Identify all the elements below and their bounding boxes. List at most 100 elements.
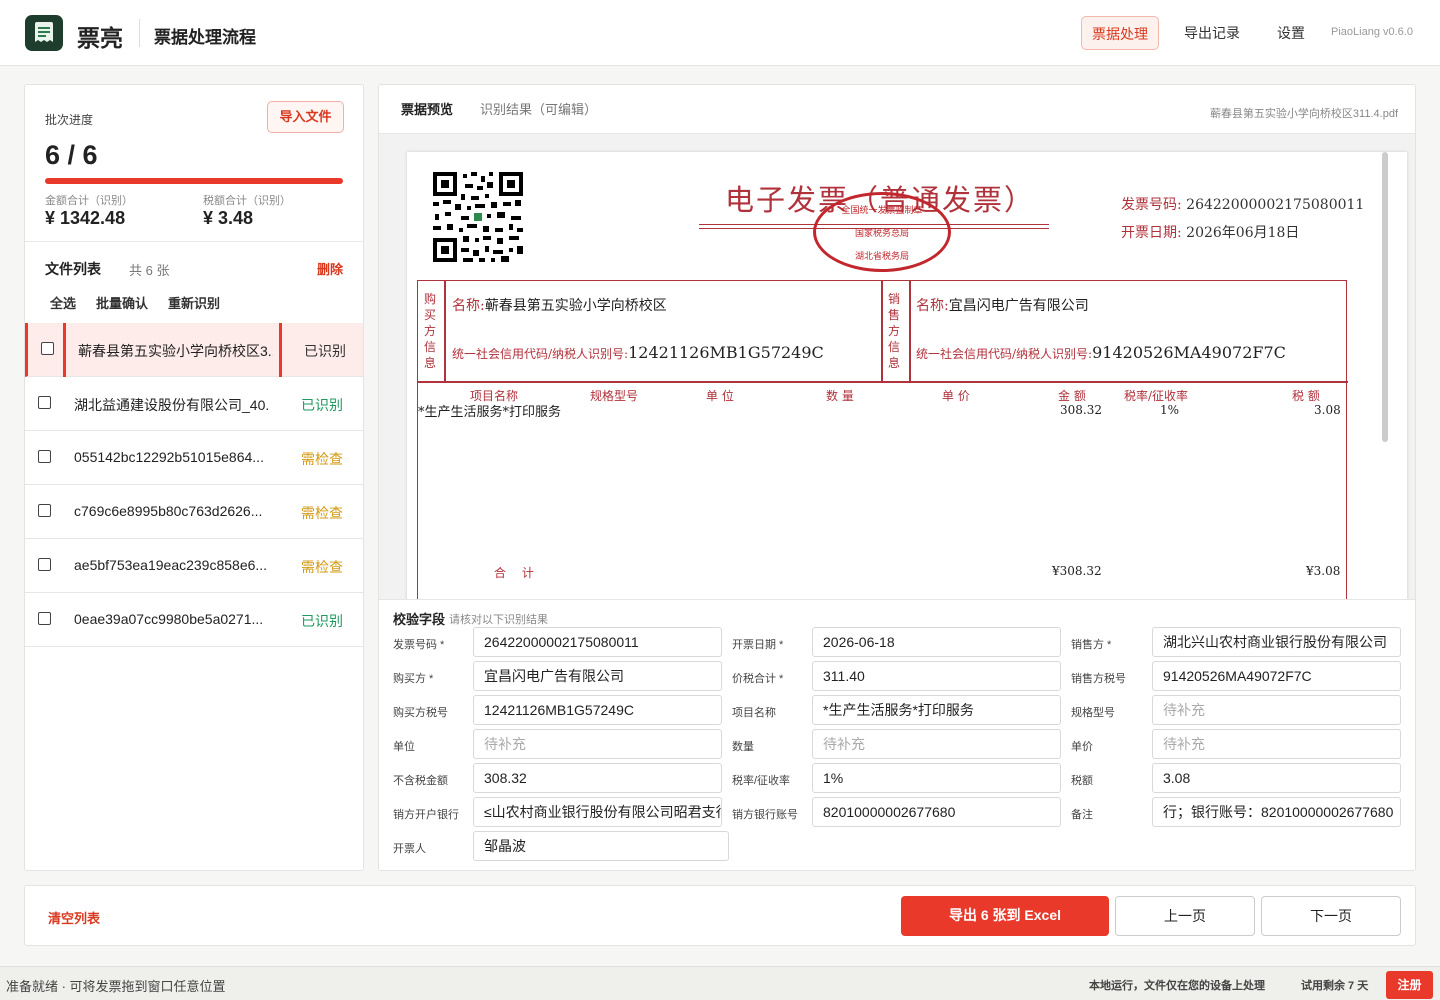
field-input[interactable]: 91420526MA49072F7C [1152, 661, 1401, 691]
seller-tax-id: 91420526MA49072F7C [1092, 343, 1286, 362]
buyer-tax-id: 12421126MB1G57249C [628, 343, 824, 362]
version-label: PiaoLiang v0.6.0 [1331, 26, 1413, 38]
divider [25, 241, 363, 242]
nav-settings[interactable]: 设置 [1266, 16, 1316, 50]
file-status-badge: 已识别 [304, 343, 346, 359]
re-recognize-button[interactable]: 重新识别 [168, 293, 220, 312]
file-checkbox[interactable] [41, 342, 54, 355]
tab-preview[interactable]: 票据预览 [401, 99, 453, 118]
invoice-document: 电子发票（普通发票） 全国统一发票监制章 国家税务总局 湖北省税务局 发票号码:… [407, 152, 1407, 652]
progress-bar [45, 178, 343, 184]
export-excel-button[interactable]: 导出 6 张到 Excel [901, 896, 1109, 936]
field-input[interactable]: 待补充 [473, 729, 722, 759]
file-count: 共 6 张 [129, 263, 170, 278]
item-column-header: 数 量 [826, 389, 854, 403]
field-input[interactable]: 2026-06-18 [812, 627, 1061, 657]
field-input[interactable]: 308.32 [473, 763, 722, 793]
item-column-header: 单 位 [706, 389, 734, 403]
field-input[interactable]: 311.40 [812, 661, 1061, 691]
item-amount: 308.32 [1060, 403, 1102, 417]
field-input[interactable]: 待补充 [1152, 729, 1401, 759]
item-tax-rate: 1% [1160, 403, 1180, 417]
import-file-button[interactable]: 导入文件 [267, 101, 344, 133]
field-label: 单价 [1071, 741, 1093, 753]
field-input[interactable]: 湖北兴山农村商业银行股份有限公司 [1152, 627, 1401, 657]
field-input[interactable]: 1% [812, 763, 1061, 793]
file-list-title: 文件列表 [45, 261, 101, 277]
field-input[interactable]: 待补充 [812, 729, 1061, 759]
file-list-item[interactable]: 0eae39a07cc9980be5a0271... 已识别 [25, 593, 363, 647]
field-input[interactable]: 行；银行账号：82010000002677680 [1152, 797, 1401, 827]
field-label: 销方银行账号 [732, 809, 798, 821]
field-input[interactable]: 12421126MB1G57249C [473, 695, 722, 725]
field-label: 税额 [1071, 775, 1093, 787]
file-checkbox[interactable] [38, 558, 51, 571]
field-label: 数量 [732, 741, 754, 753]
tax-total-label: 税额合计（识别） [203, 195, 291, 207]
qr-code-icon [431, 170, 525, 264]
item-column-header: 规格型号 [590, 389, 639, 403]
file-list-item[interactable]: 湖北益通建设股份有限公司_40.... 已识别 [25, 377, 363, 431]
nav-invoice-processing[interactable]: 票据处理 [1081, 16, 1159, 50]
field-input[interactable]: 邹晶波 [473, 831, 729, 861]
select-all-button[interactable]: 全选 [50, 293, 76, 312]
local-notice: 本地运行，文件仅在您的设备上处理 [1089, 980, 1265, 992]
row-divider [63, 323, 66, 377]
field-input[interactable]: 待补充 [1152, 695, 1401, 725]
buyer-name-label: 名称: [452, 298, 485, 314]
file-status-badge: 已识别 [301, 613, 343, 629]
field-input[interactable]: *生产生活服务*打印服务 [812, 695, 1061, 725]
field-label: 备注 [1071, 809, 1093, 821]
tab-result[interactable]: 识别结果（可编辑） [480, 99, 597, 118]
file-status-badge: 已识别 [301, 397, 343, 413]
seller-tag-divider [909, 281, 911, 381]
buyer-tag-divider [444, 281, 446, 381]
item-tax: 3.08 [1314, 403, 1341, 417]
file-list-item[interactable]: c769c6e8995b80c763d2626... 需检查 [25, 485, 363, 539]
file-name: 055142bc12292b51015e864... [74, 449, 264, 465]
file-checkbox[interactable] [38, 396, 51, 409]
invoice-table: 购买方信息 销售方信息 名称:蕲春县第五实验小学向桥校区 统一社会信用代码/纳税… [417, 280, 1348, 652]
batch-progress-label: 批次进度 [45, 113, 94, 127]
file-status-badge: 需检查 [301, 451, 343, 467]
field-input[interactable]: 26422000002175080011 [473, 627, 722, 657]
file-checkbox[interactable] [38, 612, 51, 625]
current-file-name: 蕲春县第五实验小学向桥校区311.4.pdf [1209, 108, 1398, 120]
file-list-item[interactable]: 055142bc12292b51015e864... 需检查 [25, 431, 363, 485]
seal-top-text: 全国统一发票监制章 [841, 206, 923, 216]
left-panel: 批次进度 导入文件 6 / 6 金额合计（识别） ¥ 1342.48 税额合计（… [24, 84, 364, 871]
verify-fields-title: 校验字段 [393, 612, 446, 627]
field-input[interactable]: 82010000002677680 [812, 797, 1061, 827]
prev-page-button[interactable]: 上一页 [1115, 896, 1255, 936]
file-list-item[interactable]: 蕲春县第五实验小学向桥校区3... 已识别 [25, 323, 363, 377]
invoice-date: 2026年06月18日 [1186, 225, 1300, 241]
field-label: 购买方税号 [393, 707, 448, 719]
file-name: ae5bf753ea19eac239c858e6... [74, 557, 268, 573]
file-name: 蕲春县第五实验小学向桥校区3... [78, 343, 273, 359]
register-button[interactable]: 注册 [1386, 971, 1433, 999]
field-label: 开票日期 * [732, 639, 784, 651]
field-label: 销售方 * [1071, 639, 1112, 651]
next-page-button[interactable]: 下一页 [1261, 896, 1401, 936]
field-input[interactable]: 宜昌闪电广告有限公司 [473, 661, 722, 691]
batch-confirm-button[interactable]: 批量确认 [96, 293, 148, 312]
field-label: 不含税金额 [393, 775, 448, 787]
seal-bottom-text: 湖北省税务局 [854, 252, 909, 262]
field-input[interactable]: ≤山农村商业银行股份有限公司昭君支行 [473, 797, 722, 827]
item-column-header: 金 额 [1058, 389, 1086, 403]
field-input[interactable]: 3.08 [1152, 763, 1401, 793]
preview-scrollbar[interactable] [1382, 152, 1388, 442]
header-row-divider [418, 381, 1348, 383]
field-label: 开票人 [393, 843, 426, 855]
clear-list-button[interactable]: 清空列表 [48, 908, 100, 927]
delete-button[interactable]: 删除 [317, 259, 343, 278]
official-seal: 全国统一发票监制章 国家税务总局 湖北省税务局 [813, 192, 951, 272]
file-list-item[interactable]: ae5bf753ea19eac239c858e6... 需检查 [25, 539, 363, 593]
total-tax: ¥3.08 [1306, 564, 1341, 578]
file-checkbox[interactable] [38, 504, 51, 517]
file-checkbox[interactable] [38, 450, 51, 463]
nav-export-records[interactable]: 导出记录 [1174, 16, 1250, 50]
invoice-number: 26422000002175080011 [1186, 197, 1365, 213]
field-label: 销方开户银行 [393, 809, 459, 821]
row-divider [279, 323, 282, 377]
